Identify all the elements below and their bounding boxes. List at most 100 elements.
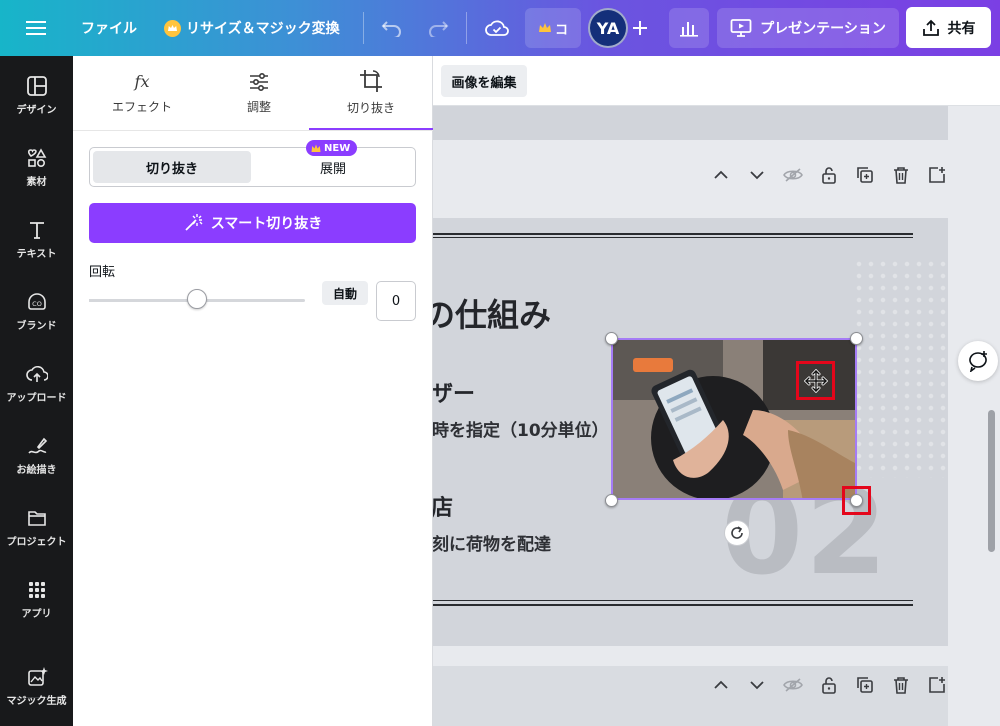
rail-item-brand[interactable]: CO ブランド [0, 287, 73, 349]
trash-icon [894, 167, 908, 184]
slide-heading[interactable]: ザー [433, 376, 475, 408]
file-menu[interactable]: ファイル [81, 0, 137, 56]
redo-icon [429, 21, 449, 37]
add-page-icon [929, 677, 945, 693]
cloud-save-status[interactable] [485, 0, 509, 56]
add-comment-button[interactable] [958, 341, 998, 381]
tab-adjust[interactable]: 調整 [200, 56, 318, 130]
cloud-check-icon [485, 20, 509, 36]
insights-button[interactable] [669, 8, 709, 48]
duplicate-page-button[interactable] [847, 160, 883, 190]
hide-page-button[interactable] [775, 160, 811, 190]
slide-text[interactable]: 刻に荷物を配達 [433, 530, 551, 555]
add-page-button[interactable] [919, 670, 955, 700]
topbar-divider [466, 12, 467, 44]
sliders-icon [250, 72, 268, 91]
tab-effects[interactable]: fx エフェクト [83, 56, 201, 130]
edit-image-button[interactable]: 画像を編集 [441, 65, 527, 97]
rail-item-apps[interactable]: アプリ [0, 575, 73, 637]
corner-handle-highlight [842, 486, 871, 515]
folder-icon [27, 511, 46, 526]
move-page-up-button[interactable] [703, 670, 739, 700]
delete-page-button[interactable] [883, 160, 919, 190]
slide-divider-line [433, 237, 913, 238]
tabs-divider [73, 130, 433, 131]
resize-magic-button[interactable]: リサイズ＆マジック変換 [164, 0, 340, 56]
add-page-button[interactable] [919, 160, 955, 190]
slide-divider-line [433, 233, 913, 235]
crown-icon [538, 23, 551, 32]
slide-heading[interactable]: 店 [433, 490, 453, 522]
plus-icon [633, 21, 647, 35]
rotation-label: 回転 [89, 265, 116, 280]
canvas-area: 画像を編集 の仕組み ザー 時を指定（10分単位） 店 刻に荷物を配達 02 [433, 56, 1000, 726]
crop-icon [360, 69, 382, 92]
crop-mode-toggle: 切り抜き 展開 [89, 147, 416, 187]
present-button[interactable]: プレゼンテーション [717, 8, 899, 48]
duplicate-icon [857, 677, 873, 693]
smart-crop-button[interactable]: スマート切り抜き [89, 203, 416, 243]
pro-button[interactable]: コ [525, 8, 581, 48]
present-icon [730, 19, 752, 37]
rotation-slider-thumb[interactable] [187, 289, 207, 309]
rotation-input[interactable]: 0 [376, 281, 416, 321]
slide-page[interactable]: の仕組み ザー 時を指定（10分単位） 店 刻に荷物を配達 02 [433, 218, 948, 646]
draw-icon [27, 437, 47, 454]
hide-page-button[interactable] [775, 670, 811, 700]
add-collaborator-button[interactable] [630, 0, 650, 56]
new-badge: NEW [306, 140, 358, 156]
top-bar: ファイル リサイズ＆マジック変換 コ YA プレゼンテーション 共有 [0, 0, 1000, 56]
tab-crop[interactable]: 切り抜き [309, 56, 433, 130]
move-page-down-button[interactable] [739, 670, 775, 700]
chevron-up-icon [714, 170, 728, 179]
resize-handle-top-left[interactable] [605, 332, 618, 345]
move-page-up-button[interactable] [703, 160, 739, 190]
crop-mode-option[interactable]: 切り抜き [93, 151, 251, 183]
menu-button[interactable] [26, 0, 46, 56]
slide-text[interactable]: 時を指定（10分単位） [433, 416, 609, 441]
hamburger-icon [26, 21, 46, 35]
auto-rotate-button[interactable]: 自動 [322, 281, 368, 305]
rail-item-elements[interactable]: 素材 [0, 143, 73, 205]
duplicate-icon [857, 167, 873, 183]
delete-page-button[interactable] [883, 670, 919, 700]
move-page-down-button[interactable] [739, 160, 775, 190]
magic-media-icon [27, 667, 48, 686]
chevron-down-icon [750, 681, 764, 690]
image-edit-panel: fx エフェクト 調整 切り抜き 切り抜き 展開 NEW スマート切り抜き 回転… [73, 56, 433, 726]
comment-plus-icon [969, 351, 987, 372]
left-rail: デザイン 素材 テキスト CO ブランド アップロード お絵描き プロジェクト … [0, 56, 73, 726]
lock-icon [822, 167, 836, 184]
redo-button[interactable] [427, 0, 449, 56]
crown-icon [164, 19, 181, 37]
rail-item-text[interactable]: テキスト [0, 215, 73, 277]
elements-icon [27, 148, 46, 168]
slide-title[interactable]: の仕組み [433, 290, 551, 336]
rail-item-design[interactable]: デザイン [0, 71, 73, 133]
undo-button[interactable] [381, 0, 403, 56]
vertical-scrollbar[interactable] [988, 410, 995, 552]
duplicate-page-button[interactable] [847, 670, 883, 700]
eye-off-icon [783, 678, 803, 692]
share-button[interactable]: 共有 [906, 7, 991, 48]
rotate-icon [731, 526, 743, 539]
add-page-icon [929, 167, 945, 183]
previous-page-bottom [433, 106, 948, 140]
rotate-handle[interactable] [724, 520, 750, 546]
topbar-divider [363, 12, 364, 44]
slide-divider-line [433, 600, 913, 601]
user-avatar[interactable]: YA [588, 8, 628, 48]
layout-icon [26, 76, 47, 96]
lock-page-button[interactable] [811, 160, 847, 190]
resize-handle-top-right[interactable] [850, 332, 863, 345]
bar-chart-icon [680, 22, 698, 37]
rail-item-magic-media[interactable]: マジック生成 [0, 662, 73, 724]
lock-page-button[interactable] [811, 670, 847, 700]
rail-item-draw[interactable]: お絵描き [0, 431, 73, 493]
rail-item-projects[interactable]: プロジェクト [0, 503, 73, 565]
rail-item-uploads[interactable]: アップロード [0, 359, 73, 421]
resize-handle-bottom-left[interactable] [605, 494, 618, 507]
rotation-slider-fill [89, 299, 197, 302]
trash-icon [894, 677, 908, 694]
chevron-up-icon [714, 680, 728, 689]
